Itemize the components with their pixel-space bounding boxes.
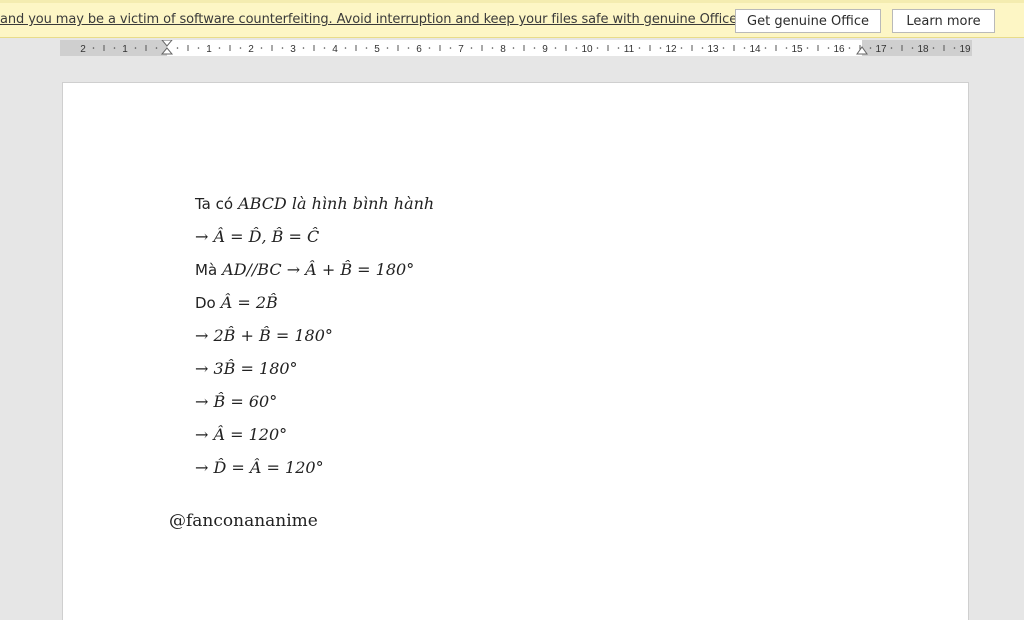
ruler-label: 16 [833, 44, 845, 55]
genuine-office-notice-bar: and you may be a victim of software coun… [0, 0, 1024, 38]
ruler-tick [449, 47, 452, 49]
ruler-tick [155, 47, 158, 49]
ruler-label: 12 [665, 44, 677, 55]
ruler-tick [428, 47, 431, 49]
ruler-tick [239, 47, 242, 49]
ruler-label: 11 [624, 44, 635, 55]
signature-text: @fanconananime [169, 511, 318, 531]
ruler-label: 4 [332, 44, 338, 55]
ruler-tick [197, 47, 200, 49]
ruler-tick [554, 47, 557, 49]
ruler-tick [407, 47, 410, 49]
ruler-tick [743, 47, 746, 49]
ruler-tick [470, 47, 473, 49]
ruler-tick [218, 47, 221, 49]
notice-message[interactable]: and you may be a victim of software coun… [0, 12, 780, 27]
document-line: → Â = D̂, B̂ = Ĉ [195, 220, 434, 253]
line-math: → D̂ = Â = 120° [195, 458, 324, 477]
line-math: → Â = D̂, B̂ = Ĉ [195, 227, 320, 246]
ruler-label: 6 [416, 44, 422, 55]
ruler-label: 1 [206, 44, 212, 55]
ruler-label: 5 [374, 44, 380, 55]
ruler-label: 17 [875, 44, 887, 55]
line-math: Â = 2B̂ [220, 293, 278, 312]
learn-more-button[interactable]: Learn more [892, 9, 995, 33]
ruler-tick [827, 47, 830, 49]
ruler-tick [953, 47, 956, 49]
ruler-label: 7 [458, 44, 464, 55]
ruler-tick [512, 47, 515, 49]
ruler-tick [659, 47, 662, 49]
ruler-tick [911, 47, 914, 49]
document-line: → D̂ = Â = 120° [195, 451, 434, 484]
document-line: Ta có ABCD là hình bình hành [195, 187, 434, 220]
ruler-tick [134, 47, 137, 49]
ruler-tick [260, 47, 263, 49]
document-line: → B̂ = 60° [195, 385, 434, 418]
ruler-label: 2 [80, 44, 86, 55]
ruler-label: 3 [290, 44, 296, 55]
document-line: Mà AD//BC → Â + B̂ = 180° [195, 253, 434, 286]
document-line: Do Â = 2B̂ [195, 286, 434, 319]
notice-bar-top-strip [0, 0, 1024, 3]
line-math: ABCD là hình bình hành [238, 194, 435, 213]
ruler-tick [533, 47, 536, 49]
line-prefix: Mà [195, 260, 218, 279]
line-math: AD//BC → Â + B̂ = 180° [222, 260, 415, 279]
ruler-label: 18 [917, 44, 929, 55]
get-genuine-office-button[interactable]: Get genuine Office [735, 9, 881, 33]
ruler-label: 14 [749, 44, 761, 55]
ruler-tick [113, 47, 116, 49]
ruler-label: 15 [791, 44, 803, 55]
line-prefix: Ta có [195, 194, 234, 213]
ruler-ticks: 2 1 1 2 3 4 5 6 7 8 9 10 11 12 13 14 15 16 17 18 19 [80, 40, 971, 55]
ruler-tick [785, 47, 788, 49]
ruler-tick [764, 47, 767, 49]
document-line: → 3B̂ = 180° [195, 352, 434, 385]
document-page[interactable]: Ta có ABCD là hình bình hành → Â = D̂, B̂ … [62, 82, 969, 620]
ruler-tick [575, 47, 578, 49]
ruler-tick [722, 47, 725, 49]
line-math: → 2B̂ + B̂ = 180° [195, 326, 333, 345]
line-prefix: Do [195, 293, 216, 312]
ruler-tick [701, 47, 704, 49]
ruler-label: 2 [248, 44, 254, 55]
ruler-tick [344, 47, 347, 49]
ruler-tick [176, 47, 179, 49]
document-line: → 2B̂ + B̂ = 180° [195, 319, 434, 352]
ruler-tick [890, 47, 893, 49]
ruler-label: 10 [581, 44, 593, 55]
ruler-tick [806, 47, 809, 49]
document-line: → Â = 120° [195, 418, 434, 451]
line-math: → Â = 120° [195, 425, 288, 444]
document-body[interactable]: Ta có ABCD là hình bình hành → Â = D̂, B̂ … [195, 187, 434, 484]
ruler-tick [323, 47, 326, 49]
ruler-tick [680, 47, 683, 49]
ruler-label: 8 [500, 44, 506, 55]
horizontal-ruler[interactable]: 2 1 1 2 3 4 5 6 7 8 9 10 11 12 13 14 15 16 17 18 19 [60, 40, 972, 56]
ruler-label: 1 [122, 44, 128, 55]
right-indent-marker[interactable] [856, 46, 868, 55]
ruler-tick [869, 47, 872, 49]
ruler-tick [848, 47, 851, 49]
ruler-tick [932, 47, 935, 49]
ruler-tick [617, 47, 620, 49]
ruler-label: 9 [542, 44, 548, 55]
ruler-tick [491, 47, 494, 49]
left-indent-marker[interactable] [160, 40, 174, 55]
line-math: → B̂ = 60° [195, 392, 278, 411]
ruler-tick [92, 47, 95, 49]
ruler-label: 13 [707, 44, 719, 55]
ruler-tick [281, 47, 284, 49]
line-math: → 3B̂ = 180° [195, 359, 298, 378]
ruler-tick [302, 47, 305, 49]
ruler-label: 19 [959, 44, 971, 55]
ruler-tick [638, 47, 641, 49]
ruler-tick [365, 47, 368, 49]
ruler-tick [596, 47, 599, 49]
ruler-tick [386, 47, 389, 49]
